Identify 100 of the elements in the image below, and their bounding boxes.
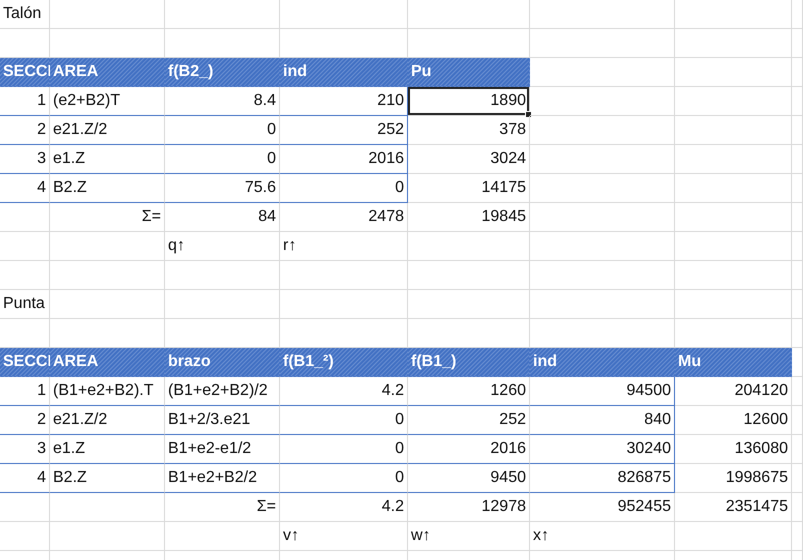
empty-cell[interactable] <box>792 377 803 406</box>
empty-cell[interactable] <box>675 261 792 290</box>
empty-cell[interactable] <box>675 290 792 319</box>
empty-cell[interactable] <box>675 203 792 232</box>
empty-cell[interactable] <box>792 145 803 174</box>
empty-cell[interactable] <box>792 406 803 435</box>
empty-cell[interactable] <box>792 29 803 58</box>
table-cell[interactable]: 94500 <box>530 377 675 406</box>
table-cell[interactable]: 30240 <box>530 435 675 464</box>
empty-cell[interactable] <box>408 261 530 290</box>
empty-cell[interactable] <box>792 87 803 116</box>
empty-cell[interactable] <box>675 0 792 29</box>
table-cell[interactable]: 204120 <box>675 377 792 406</box>
empty-cell[interactable] <box>0 203 50 232</box>
empty-cell[interactable] <box>165 290 280 319</box>
empty-cell[interactable] <box>530 145 675 174</box>
table-cell[interactable]: e21.Z/2 <box>50 406 165 435</box>
empty-cell[interactable] <box>792 232 803 261</box>
empty-cell[interactable] <box>792 58 803 87</box>
empty-cell[interactable] <box>530 29 675 58</box>
table-cell[interactable]: 4.2 <box>280 377 408 406</box>
table-cell[interactable]: 0 <box>280 464 408 493</box>
empty-cell[interactable] <box>792 464 803 493</box>
empty-cell[interactable] <box>792 174 803 203</box>
empty-cell[interactable] <box>50 493 165 522</box>
empty-cell[interactable] <box>792 435 803 464</box>
empty-cell[interactable] <box>792 203 803 232</box>
empty-cell[interactable] <box>792 493 803 522</box>
table-cell[interactable]: 1 <box>0 377 50 406</box>
table-cell[interactable]: 14175 <box>408 174 530 203</box>
table-cell[interactable]: B2.Z <box>50 464 165 493</box>
table-cell[interactable]: 252 <box>280 116 408 145</box>
empty-cell[interactable] <box>675 87 792 116</box>
table-cell[interactable]: (B1+e2+B2).T <box>50 377 165 406</box>
table-cell[interactable]: e1.Z <box>50 145 165 174</box>
table-cell[interactable]: 4 <box>0 174 50 203</box>
empty-cell[interactable] <box>792 522 803 551</box>
empty-cell[interactable] <box>0 261 50 290</box>
table-cell[interactable]: 136080 <box>675 435 792 464</box>
empty-cell[interactable] <box>675 116 792 145</box>
table-cell[interactable]: 0 <box>280 174 408 203</box>
empty-cell[interactable] <box>530 232 675 261</box>
empty-cell[interactable] <box>50 261 165 290</box>
empty-cell[interactable] <box>408 232 530 261</box>
empty-cell[interactable] <box>530 261 675 290</box>
empty-cell[interactable] <box>165 261 280 290</box>
table-cell[interactable]: 0 <box>280 435 408 464</box>
empty-cell[interactable] <box>675 174 792 203</box>
empty-cell[interactable] <box>530 116 675 145</box>
empty-cell[interactable] <box>530 87 675 116</box>
table-cell[interactable]: 210 <box>280 87 408 116</box>
table-cell[interactable]: B1+e2-e1/2 <box>165 435 280 464</box>
table-cell[interactable]: 826875 <box>530 464 675 493</box>
empty-cell[interactable] <box>408 0 530 29</box>
table-cell[interactable]: 8.4 <box>165 87 280 116</box>
table-cell[interactable]: 3024 <box>408 145 530 174</box>
empty-cell[interactable] <box>530 0 675 29</box>
table-cell[interactable]: 252 <box>408 406 530 435</box>
table-cell[interactable]: 2 <box>0 406 50 435</box>
empty-cell[interactable] <box>0 493 50 522</box>
table-cell[interactable]: B1+2/3.e21 <box>165 406 280 435</box>
table-cell[interactable]: 75.6 <box>165 174 280 203</box>
empty-cell[interactable] <box>792 261 803 290</box>
table-cell[interactable]: 378 <box>408 116 530 145</box>
table-cell[interactable]: 2 <box>0 116 50 145</box>
table-cell[interactable]: 3 <box>0 435 50 464</box>
table-cell[interactable]: 1260 <box>408 377 530 406</box>
empty-cell[interactable] <box>675 29 792 58</box>
empty-cell[interactable] <box>50 290 165 319</box>
table-cell[interactable]: 1998675 <box>675 464 792 493</box>
empty-cell[interactable] <box>530 174 675 203</box>
table-cell[interactable]: B1+e2+B2/2 <box>165 464 280 493</box>
empty-cell[interactable] <box>675 232 792 261</box>
empty-cell[interactable] <box>675 145 792 174</box>
table-cell[interactable]: B2.Z <box>50 174 165 203</box>
empty-cell[interactable] <box>530 290 675 319</box>
empty-cell[interactable] <box>792 290 803 319</box>
table-cell[interactable]: 1890 <box>408 87 530 116</box>
empty-cell[interactable] <box>50 0 165 29</box>
table-cell[interactable]: 0 <box>280 406 408 435</box>
table-cell[interactable]: (B1+e2+B2)/2 <box>165 377 280 406</box>
empty-cell[interactable] <box>792 116 803 145</box>
table-cell[interactable]: (e2+B2)T <box>50 87 165 116</box>
table-cell[interactable]: 3 <box>0 145 50 174</box>
empty-cell[interactable] <box>0 232 50 261</box>
empty-cell[interactable] <box>280 261 408 290</box>
empty-cell[interactable] <box>792 348 803 377</box>
table-cell[interactable]: 2016 <box>280 145 408 174</box>
table-cell[interactable]: e1.Z <box>50 435 165 464</box>
empty-cell[interactable] <box>675 58 792 87</box>
table-cell[interactable]: 4 <box>0 464 50 493</box>
empty-cell[interactable] <box>50 232 165 261</box>
table-cell[interactable]: 9450 <box>408 464 530 493</box>
empty-cell[interactable] <box>0 522 50 551</box>
table-cell[interactable]: 1 <box>0 87 50 116</box>
empty-cell[interactable] <box>165 522 280 551</box>
table-cell[interactable]: 840 <box>530 406 675 435</box>
table-cell[interactable]: 0 <box>165 145 280 174</box>
empty-cell[interactable] <box>792 0 803 29</box>
table-cell[interactable]: 0 <box>165 116 280 145</box>
